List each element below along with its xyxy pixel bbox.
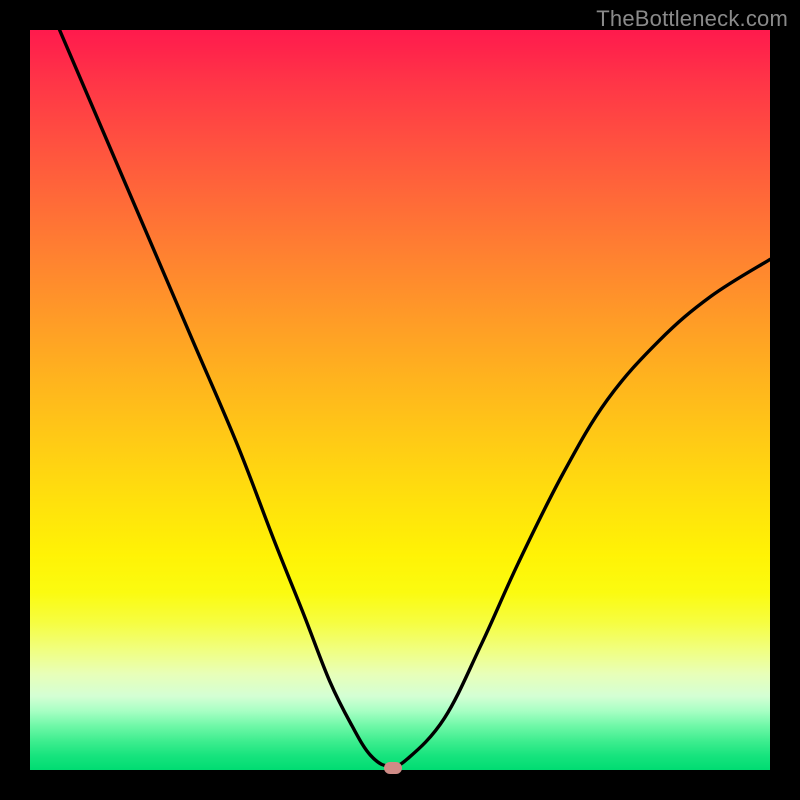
watermark-text: TheBottleneck.com [596,6,788,32]
bottleneck-curve [30,30,770,770]
optimal-point-marker [384,762,402,774]
chart-frame: TheBottleneck.com [0,0,800,800]
